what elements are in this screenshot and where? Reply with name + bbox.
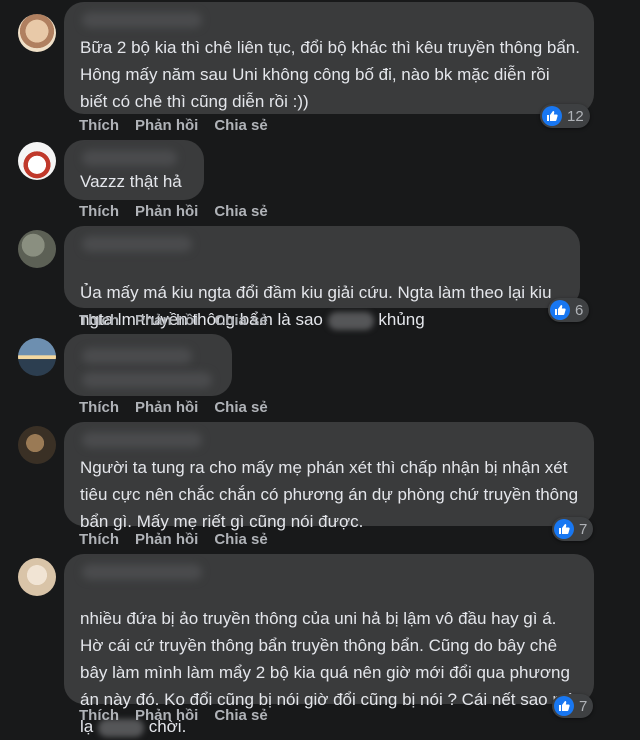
avatar[interactable] (18, 230, 56, 268)
comment-actions: Thích Phản hồi Chia sẻ (79, 117, 284, 134)
comment-bubble: Bữa 2 bộ kia thì chê liên tục, đổi bộ kh… (64, 2, 594, 114)
share-button[interactable]: Chia sẻ (214, 312, 267, 329)
avatar[interactable] (18, 142, 56, 180)
like-button[interactable]: Thích (79, 117, 119, 134)
blurred-author-name (82, 236, 192, 252)
censored-word (327, 311, 374, 330)
reaction-count[interactable]: 7 (552, 517, 594, 541)
comment-actions: Thích Phản hồi Chia sẻ (79, 399, 284, 416)
comment-text: Vazzz thật hả (80, 172, 182, 191)
reaction-number: 7 (579, 697, 588, 715)
comment-bubble: Người ta tung ra cho mấy mẹ phán xét thì… (64, 422, 594, 531)
reply-button[interactable]: Phản hồi (135, 203, 198, 220)
reply-button[interactable]: Phản hồi (135, 312, 198, 329)
blurred-author-name (82, 12, 202, 28)
reply-button[interactable]: Phản hồi (135, 707, 198, 724)
like-icon (554, 696, 574, 716)
reaction-count[interactable]: 7 (552, 694, 594, 718)
blurred-author-name (82, 432, 202, 448)
comment-actions: Thích Phản hồi Chia sẻ (79, 531, 284, 548)
like-icon (542, 106, 562, 126)
share-button[interactable]: Chia sẻ (214, 203, 267, 220)
blurred-author-name (82, 150, 177, 166)
comment-bubble: Ủa mấy má kiu ngta đổi đầm kiu giải cứu.… (64, 226, 580, 330)
comment-bubble: nhiều đứa bị ảo truyền thông của uni hả … (64, 554, 594, 737)
reaction-number: 12 (567, 107, 584, 125)
comment-actions: Thích Phản hồi Chia sẻ (79, 707, 284, 724)
reaction-count[interactable]: 6 (548, 298, 590, 322)
comment-actions: Thích Phản hồi Chia sẻ (79, 203, 284, 220)
like-icon (550, 300, 570, 320)
comment-bubble: Vazzz thật hả (64, 140, 204, 200)
blurred-author-name (82, 348, 192, 364)
reaction-number: 7 (579, 520, 588, 538)
reaction-count[interactable]: 12 (540, 104, 590, 128)
like-button[interactable]: Thích (79, 531, 119, 548)
comment-actions: Thích Phản hồi Chia sẻ (79, 312, 284, 329)
blurred-comment-text (82, 372, 212, 388)
reply-button[interactable]: Phản hồi (135, 531, 198, 548)
avatar[interactable] (18, 14, 56, 52)
avatar[interactable] (18, 426, 56, 464)
reaction-number: 6 (575, 301, 584, 319)
like-button[interactable]: Thích (79, 312, 119, 329)
share-button[interactable]: Chia sẻ (214, 117, 267, 134)
like-button[interactable]: Thích (79, 707, 119, 724)
comment-text: Người ta tung ra cho mấy mẹ phán xét thì… (80, 458, 579, 531)
share-button[interactable]: Chia sẻ (214, 707, 267, 724)
avatar[interactable] (18, 558, 56, 596)
share-button[interactable]: Chia sẻ (214, 399, 267, 416)
like-button[interactable]: Thích (79, 203, 119, 220)
like-button[interactable]: Thích (79, 399, 119, 416)
reply-button[interactable]: Phản hồi (135, 399, 198, 416)
share-button[interactable]: Chia sẻ (214, 531, 267, 548)
comment-bubble (64, 334, 232, 396)
comment-text: Bữa 2 bộ kia thì chê liên tục, đổi bộ kh… (80, 38, 580, 111)
like-icon (554, 519, 574, 539)
avatar[interactable] (18, 338, 56, 376)
reply-button[interactable]: Phản hồi (135, 117, 198, 134)
